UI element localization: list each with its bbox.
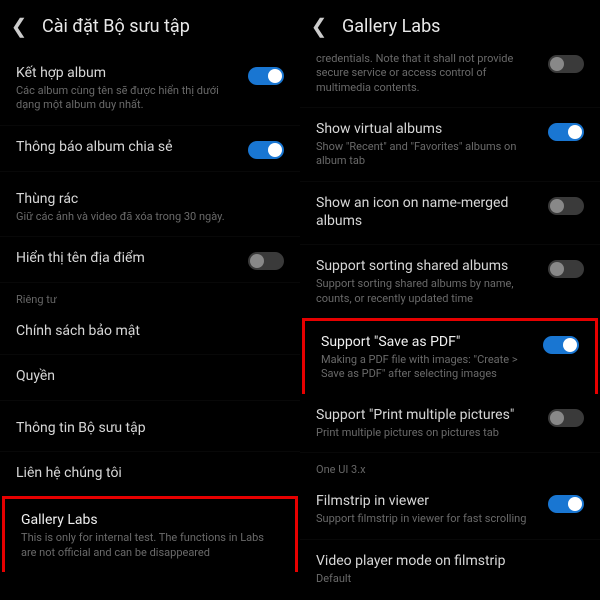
row-sort-shared[interactable]: Support sorting shared albums Support so… — [300, 245, 600, 318]
section-privacy: Riêng tư — [0, 283, 300, 310]
row-location[interactable]: Hiển thị tên địa điểm — [0, 237, 300, 283]
row-sub: Show "Recent" and "Favorites" albums on … — [316, 140, 538, 169]
row-title: Gallery Labs — [21, 511, 279, 529]
row-sub: Default — [316, 572, 584, 586]
row-title: Show virtual albums — [316, 120, 538, 138]
back-icon[interactable]: ❮ — [10, 14, 28, 38]
row-title: Liên hệ chúng tôi — [16, 464, 284, 482]
page-title: Cài đặt Bộ sưu tập — [42, 16, 190, 37]
row-title: Thông báo album chia sẻ — [16, 138, 238, 156]
row-print-multi[interactable]: Support "Print multiple pictures" Print … — [300, 394, 600, 453]
row-sub: Support sorting shared albums by name, c… — [316, 277, 538, 306]
toggle-print-multi[interactable] — [548, 409, 584, 427]
toggle-location[interactable] — [248, 252, 284, 270]
row-about[interactable]: Thông tin Bộ sưu tập — [0, 407, 300, 452]
row-sub: Các album cùng tên sẽ được hiển thị dưới… — [16, 84, 238, 113]
row-title: Chính sách bảo mật — [16, 322, 284, 340]
row-sub: credentials. Note that it shall not prov… — [316, 52, 538, 95]
toggle-virtual-albums[interactable] — [548, 123, 584, 141]
toggle-icon-merged[interactable] — [548, 197, 584, 215]
row-virtual-albums[interactable]: Show virtual albums Show "Recent" and "F… — [300, 108, 600, 182]
toggle-sort-shared[interactable] — [548, 260, 584, 278]
row-title: Filmstrip in viewer — [316, 492, 538, 510]
toggle-filmstrip[interactable] — [548, 495, 584, 513]
toggle-save-pdf[interactable] — [543, 336, 579, 354]
row-sub: Support filmstrip in viewer for fast scr… — [316, 512, 538, 526]
row-title: Video player mode on filmstrip — [316, 552, 584, 570]
row-title: Thùng rác — [16, 190, 284, 208]
row-title: Support "Print multiple pictures" — [316, 406, 538, 424]
row-privacy-policy[interactable]: Chính sách bảo mật — [0, 310, 300, 355]
row-title: Show an icon on name-merged albums — [316, 194, 538, 230]
row-sub: This is only for internal test. The func… — [21, 531, 279, 560]
row-title: Hiển thị tên địa điểm — [16, 249, 238, 267]
row-sub: Giữ các ảnh và video đã xóa trong 30 ngà… — [16, 210, 284, 224]
row-icon-merged[interactable]: Show an icon on name-merged albums — [300, 182, 600, 245]
row-cutoff[interactable]: credentials. Note that it shall not prov… — [300, 52, 600, 108]
right-header: ❮ Gallery Labs — [300, 0, 600, 52]
row-trash[interactable]: Thùng rác Giữ các ảnh và video đã xóa tr… — [0, 178, 300, 237]
right-panel: ❮ Gallery Labs credentials. Note that it… — [300, 0, 600, 600]
row-title: Thông tin Bộ sưu tập — [16, 419, 284, 437]
page-title: Gallery Labs — [342, 16, 440, 37]
row-permissions[interactable]: Quyền — [0, 355, 300, 400]
toggle-shared-notif[interactable] — [248, 141, 284, 159]
row-sub: Print multiple pictures on pictures tab — [316, 426, 538, 440]
left-panel: ❮ Cài đặt Bộ sưu tập Kết hợp album Các a… — [0, 0, 300, 600]
row-title: Support "Save as PDF" — [321, 333, 533, 351]
row-contact[interactable]: Liên hệ chúng tôi — [0, 452, 300, 496]
row-title: Quyền — [16, 367, 284, 385]
row-title: Support sorting shared albums — [316, 257, 538, 275]
section-oneui: One UI 3.x — [300, 453, 600, 480]
row-gallery-labs[interactable]: Gallery Labs This is only for internal t… — [2, 496, 298, 572]
toggle-combine-album[interactable] — [248, 67, 284, 85]
row-video-filmstrip[interactable]: Video player mode on filmstrip Default — [300, 540, 600, 598]
toggle-cutoff[interactable] — [548, 55, 584, 73]
row-filmstrip[interactable]: Filmstrip in viewer Support filmstrip in… — [300, 480, 600, 539]
row-sub: Making a PDF file with images: "Create >… — [321, 353, 533, 382]
row-shared-notif[interactable]: Thông báo album chia sẻ — [0, 126, 300, 172]
row-combine-album[interactable]: Kết hợp album Các album cùng tên sẽ được… — [0, 52, 300, 126]
row-title: Kết hợp album — [16, 64, 238, 82]
left-header: ❮ Cài đặt Bộ sưu tập — [0, 0, 300, 52]
back-icon[interactable]: ❮ — [310, 14, 328, 38]
row-save-pdf[interactable]: Support "Save as PDF" Making a PDF file … — [302, 318, 598, 394]
